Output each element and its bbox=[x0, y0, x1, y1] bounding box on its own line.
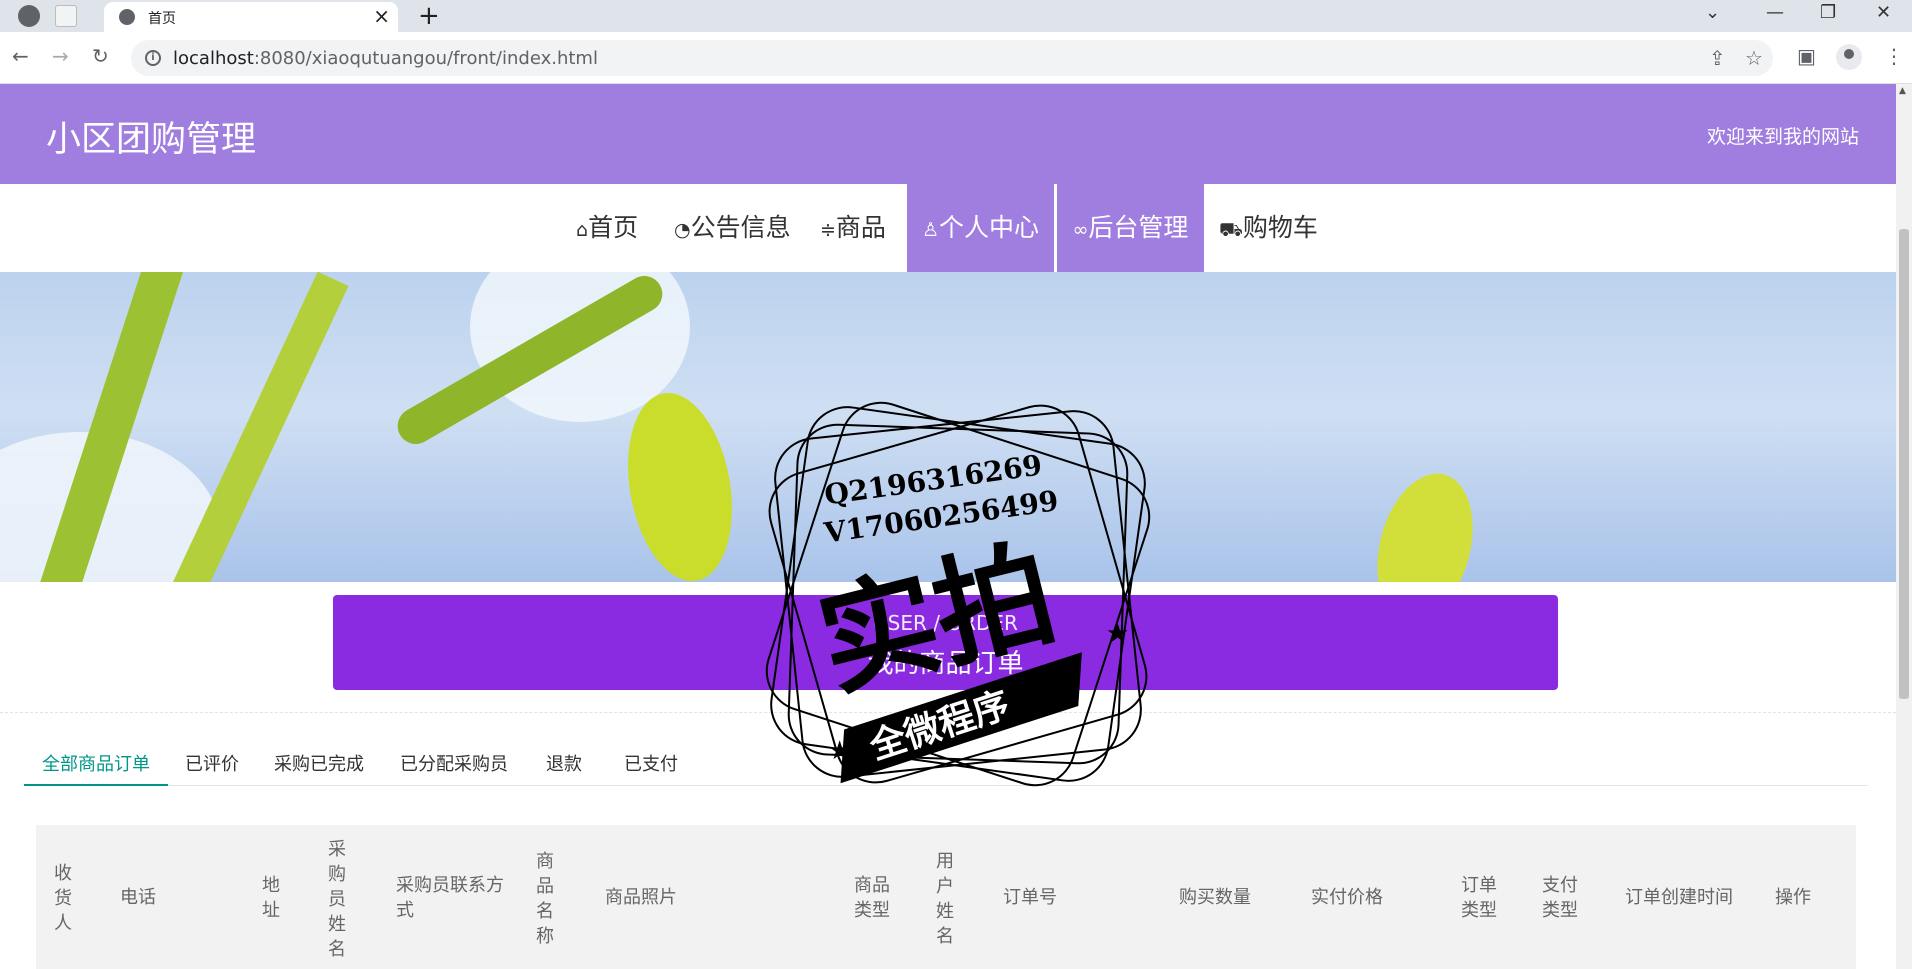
flower-bud bbox=[1362, 462, 1488, 582]
column-header: 购买数量 bbox=[1179, 887, 1251, 908]
share-icon[interactable]: ⇪ bbox=[1709, 46, 1726, 70]
star-icon[interactable]: ☆ bbox=[1745, 46, 1763, 70]
chevron-down-icon[interactable]: ⌄ bbox=[1705, 2, 1720, 23]
nav-item-notice[interactable]: ◔公告信息 bbox=[674, 184, 791, 272]
nav-item-home[interactable]: ⌂首页 bbox=[576, 184, 638, 272]
user-icon: ♙ bbox=[921, 219, 940, 241]
profile-avatar-icon[interactable] bbox=[1836, 44, 1862, 70]
order-status-tabs: 全部商品订单 已评价 采购已完成 已分配采购员 退款 已支付 bbox=[24, 744, 1868, 786]
restore-icon[interactable]: ❐ bbox=[1820, 2, 1836, 23]
url-text: localhost:8080/xiaoqutuangou/front/index… bbox=[173, 48, 598, 69]
order-banner-title: 我的商品订单 bbox=[867, 649, 1024, 679]
main-nav: ⌂首页 ◔公告信息 ≑商品 ♙个人中心 ∞后台管理 ⛟购物车 bbox=[0, 184, 1896, 272]
back-icon[interactable]: ← bbox=[12, 44, 29, 68]
column-header: 订单号 bbox=[1003, 887, 1057, 908]
tab-paid[interactable]: 已支付 bbox=[624, 744, 678, 786]
browser-tab-active[interactable]: 首页 × bbox=[104, 2, 398, 32]
web-page: 小区团购管理 欢迎来到我的网站 ⌂首页 ◔公告信息 ≑商品 ♙个人中心 ∞后台管… bbox=[0, 84, 1896, 969]
window-close-icon[interactable]: ✕ bbox=[1876, 2, 1891, 23]
browser-tab-bar: 首页 × + ⌄ — ❐ ✕ bbox=[0, 0, 1912, 32]
column-header: 用户姓名 bbox=[936, 851, 954, 947]
globe-icon bbox=[119, 9, 135, 25]
pinned-tab-icon[interactable] bbox=[55, 5, 77, 27]
home-icon: ⌂ bbox=[576, 219, 589, 241]
nav-item-cart[interactable]: ⛟购物车 bbox=[1219, 184, 1318, 272]
column-header: 地址 bbox=[262, 875, 280, 921]
reload-icon[interactable]: ↻ bbox=[92, 44, 109, 68]
tab-title: 首页 bbox=[148, 11, 176, 27]
sliders-icon: ≑ bbox=[820, 219, 836, 241]
tab-refund[interactable]: 退款 bbox=[546, 744, 582, 786]
my-orders-banner: USER / ORDER 我的商品订单 bbox=[333, 595, 1558, 690]
tab-buyer-assigned[interactable]: 已分配采购员 bbox=[400, 744, 508, 786]
nav-item-admin[interactable]: ∞后台管理 bbox=[1057, 184, 1204, 272]
tab-all-orders[interactable]: 全部商品订单 bbox=[24, 744, 168, 786]
scrollbar-thumb[interactable] bbox=[1899, 229, 1909, 699]
minimize-icon[interactable]: — bbox=[1766, 2, 1784, 23]
nav-item-goods[interactable]: ≑商品 bbox=[820, 184, 886, 272]
cart-icon: ⛟ bbox=[1219, 219, 1243, 241]
column-header: 采购员姓名 bbox=[328, 839, 346, 960]
column-header: 订单创建时间 bbox=[1625, 887, 1733, 908]
site-title: 小区团购管理 bbox=[46, 120, 257, 160]
tab-purchase-done[interactable]: 采购已完成 bbox=[274, 744, 364, 786]
column-header: 商品照片 bbox=[605, 887, 677, 908]
column-header: 电话 bbox=[120, 887, 156, 908]
column-header: 商品名称 bbox=[536, 851, 554, 947]
nav-item-profile[interactable]: ♙个人中心 bbox=[907, 184, 1054, 272]
column-header: 收货人 bbox=[54, 863, 72, 934]
link-icon: ∞ bbox=[1072, 219, 1089, 241]
flower-bud bbox=[614, 384, 746, 582]
column-header: 订单类型 bbox=[1461, 875, 1497, 921]
hero-banner-image bbox=[0, 272, 1896, 582]
column-header: 支付类型 bbox=[1542, 875, 1578, 921]
info-icon[interactable]: i bbox=[145, 50, 161, 66]
url-input[interactable]: i localhost:8080/xiaoqutuangou/front/ind… bbox=[131, 40, 1773, 76]
orders-table-header: 收货人 电话 地址 采购员姓名 采购员联系方式 商品名称 商品照片 商品类型 用… bbox=[36, 825, 1856, 969]
close-icon[interactable]: × bbox=[373, 4, 390, 28]
column-header: 采购员联系方式 bbox=[396, 875, 504, 921]
column-header: 实付价格 bbox=[1311, 887, 1383, 908]
divider bbox=[0, 712, 1896, 713]
forward-icon[interactable]: → bbox=[52, 44, 69, 68]
order-banner-en: USER / ORDER bbox=[873, 611, 1018, 635]
pinned-tab-icon[interactable] bbox=[18, 5, 40, 27]
welcome-text: 欢迎来到我的网站 bbox=[1706, 126, 1859, 148]
page-scrollbar[interactable]: ▲ bbox=[1896, 84, 1912, 969]
column-header: 商品类型 bbox=[854, 875, 890, 921]
column-header: 操作 bbox=[1775, 887, 1811, 908]
address-bar: ← → ↻ i localhost:8080/xiaoqutuangou/fro… bbox=[0, 32, 1912, 84]
menu-icon[interactable]: ⋮ bbox=[1884, 44, 1904, 68]
tab-reviewed[interactable]: 已评价 bbox=[185, 744, 239, 786]
new-tab-icon[interactable]: + bbox=[418, 0, 440, 32]
sidebar-icon[interactable]: ▣ bbox=[1797, 44, 1816, 68]
site-header: 小区团购管理 欢迎来到我的网站 bbox=[0, 84, 1896, 184]
gauge-icon: ◔ bbox=[674, 219, 691, 241]
scroll-up-icon[interactable]: ▲ bbox=[1899, 86, 1906, 96]
